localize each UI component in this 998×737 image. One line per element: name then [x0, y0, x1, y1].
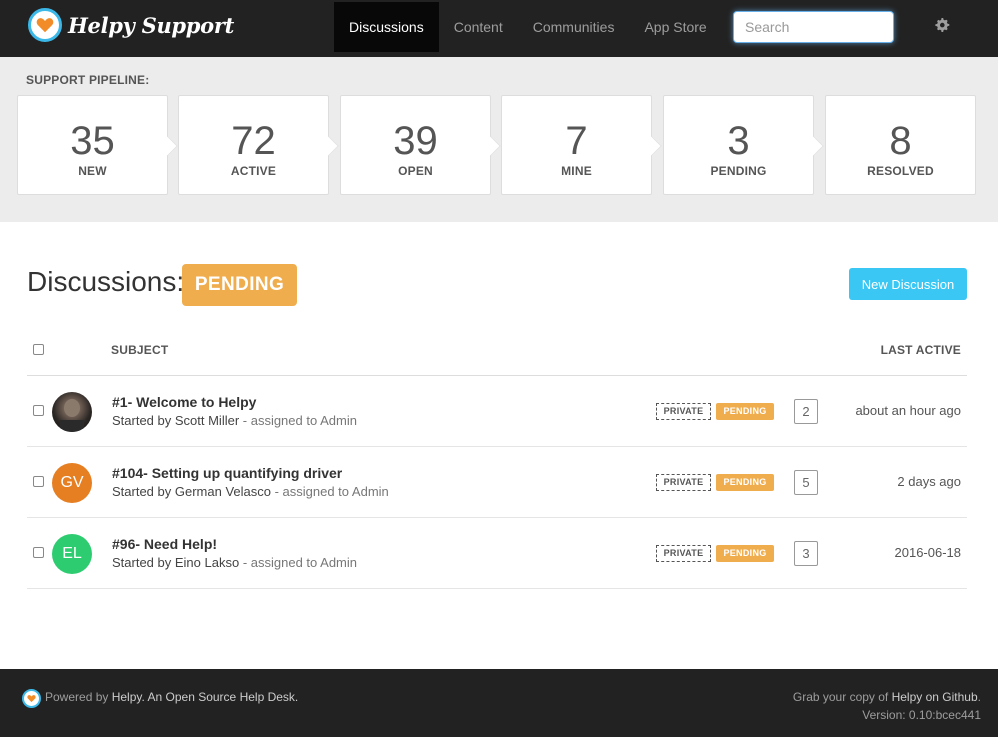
heart-logo-icon: [28, 8, 62, 42]
helpy-link[interactable]: Helpy: [112, 690, 142, 704]
support-pipeline: SUPPORT PIPELINE: 35 NEW 72 ACTIVE 39 OP…: [0, 57, 998, 222]
discussion-subject[interactable]: #96- Need Help!: [112, 536, 217, 552]
last-active: about an hour ago: [855, 403, 961, 418]
top-navbar: Helpy Support Discussions Content Commun…: [0, 0, 998, 57]
private-badge: PRIVATE: [656, 545, 711, 562]
row-checkbox[interactable]: [33, 405, 44, 416]
heart-logo-icon: [22, 689, 41, 708]
assigned-to: - assigned to Admin: [239, 555, 357, 570]
reply-count: 3: [794, 541, 818, 566]
pending-badge: PENDING: [716, 545, 774, 562]
pipeline-label-text: RESOLVED: [867, 164, 934, 178]
pending-badge: PENDING: [716, 403, 774, 420]
pipeline-label-text: NEW: [78, 164, 107, 178]
assigned-to: - assigned to Admin: [239, 413, 357, 428]
table-row[interactable]: EL #96- Need Help! Started by Eino Lakso…: [27, 518, 967, 589]
last-active: 2 days ago: [897, 474, 961, 489]
nav-app-store[interactable]: App Store: [629, 2, 721, 52]
main-nav: Discussions Content Communities App Stor…: [334, 2, 722, 52]
pipeline-count: 8: [889, 119, 912, 163]
grab-end: .: [977, 690, 981, 704]
nav-discussions[interactable]: Discussions: [334, 2, 439, 52]
brand[interactable]: Helpy Support: [28, 8, 234, 42]
page-title: Discussions:: [27, 266, 185, 297]
private-badge: PRIVATE: [656, 474, 711, 491]
row-checkbox[interactable]: [33, 476, 44, 487]
table-header: SUBJECT LAST ACTIVE: [27, 330, 967, 376]
table-row[interactable]: #1- Welcome to Helpy Started by Scott Mi…: [27, 376, 967, 447]
brand-name: Helpy Support: [68, 12, 235, 38]
discussion-subject[interactable]: #1- Welcome to Helpy: [112, 394, 256, 410]
select-all-checkbox[interactable]: [33, 344, 44, 355]
column-last-active: LAST ACTIVE: [880, 343, 961, 357]
started-by: Started by Eino Lakso: [112, 555, 240, 570]
last-active: 2016-06-18: [894, 545, 962, 560]
reply-count: 2: [794, 399, 818, 424]
avatar: EL: [52, 534, 92, 574]
assigned-to: - assigned to Admin: [270, 484, 389, 499]
reply-count: 5: [794, 470, 818, 495]
row-checkbox[interactable]: [33, 547, 44, 558]
private-badge: PRIVATE: [656, 403, 711, 420]
pipeline-active[interactable]: 72 ACTIVE: [178, 95, 339, 195]
table-row[interactable]: GV #104- Setting up quantifying driver S…: [27, 447, 967, 518]
pending-badge: PENDING: [716, 474, 774, 491]
pipeline-label-text: OPEN: [398, 164, 433, 178]
pipeline-open[interactable]: 39 OPEN: [340, 95, 501, 195]
footer-github: Grab your copy of Helpy on Github.: [793, 690, 981, 704]
pipeline-label-text: PENDING: [710, 164, 767, 178]
search-input[interactable]: [733, 11, 894, 43]
github-link[interactable]: Helpy on Github: [892, 690, 978, 704]
status-badge: PENDING: [182, 264, 297, 306]
discussion-meta: Started by German Velasco - assigned to …: [112, 484, 389, 499]
version-text: Version: 0.10:bcec441: [862, 708, 981, 722]
tagline: . An Open Source Help Desk.: [141, 690, 299, 704]
discussion-meta: Started by Scott Miller - assigned to Ad…: [112, 413, 357, 428]
avatar: [52, 392, 92, 432]
new-discussion-button[interactable]: New Discussion: [849, 268, 967, 300]
gear-icon[interactable]: [934, 17, 950, 33]
pipeline-new[interactable]: 35 NEW: [17, 95, 178, 195]
avatar: GV: [52, 463, 92, 503]
column-subject: SUBJECT: [111, 343, 169, 357]
nav-content[interactable]: Content: [439, 2, 518, 52]
nav-communities[interactable]: Communities: [518, 2, 630, 52]
pipeline-pending[interactable]: 3 PENDING: [663, 95, 824, 195]
pipeline-label-text: MINE: [561, 164, 592, 178]
pipeline-count: 7: [565, 119, 588, 163]
grab-text: Grab your copy of: [792, 690, 892, 704]
pipeline-count: 35: [70, 119, 115, 163]
pipeline-label: SUPPORT PIPELINE:: [26, 73, 150, 87]
pipeline-mine[interactable]: 7 MINE: [501, 95, 662, 195]
footer: Powered by Helpy. An Open Source Help De…: [0, 669, 998, 737]
footer-powered-by: Powered by Helpy. An Open Source Help De…: [45, 690, 298, 704]
discussion-subject[interactable]: #104- Setting up quantifying driver: [112, 465, 342, 481]
started-by: Started by German Velasco: [112, 484, 271, 499]
pipeline-resolved[interactable]: 8 RESOLVED: [825, 95, 976, 195]
discussion-meta: Started by Eino Lakso - assigned to Admi…: [112, 555, 357, 570]
started-by: Started by Scott Miller: [112, 413, 240, 428]
pipeline-count: 3: [727, 119, 750, 163]
pipeline-count: 39: [393, 119, 438, 163]
pipeline-count: 72: [231, 119, 276, 163]
pipeline-label-text: ACTIVE: [230, 164, 277, 178]
powered-text: Powered by: [45, 690, 112, 704]
